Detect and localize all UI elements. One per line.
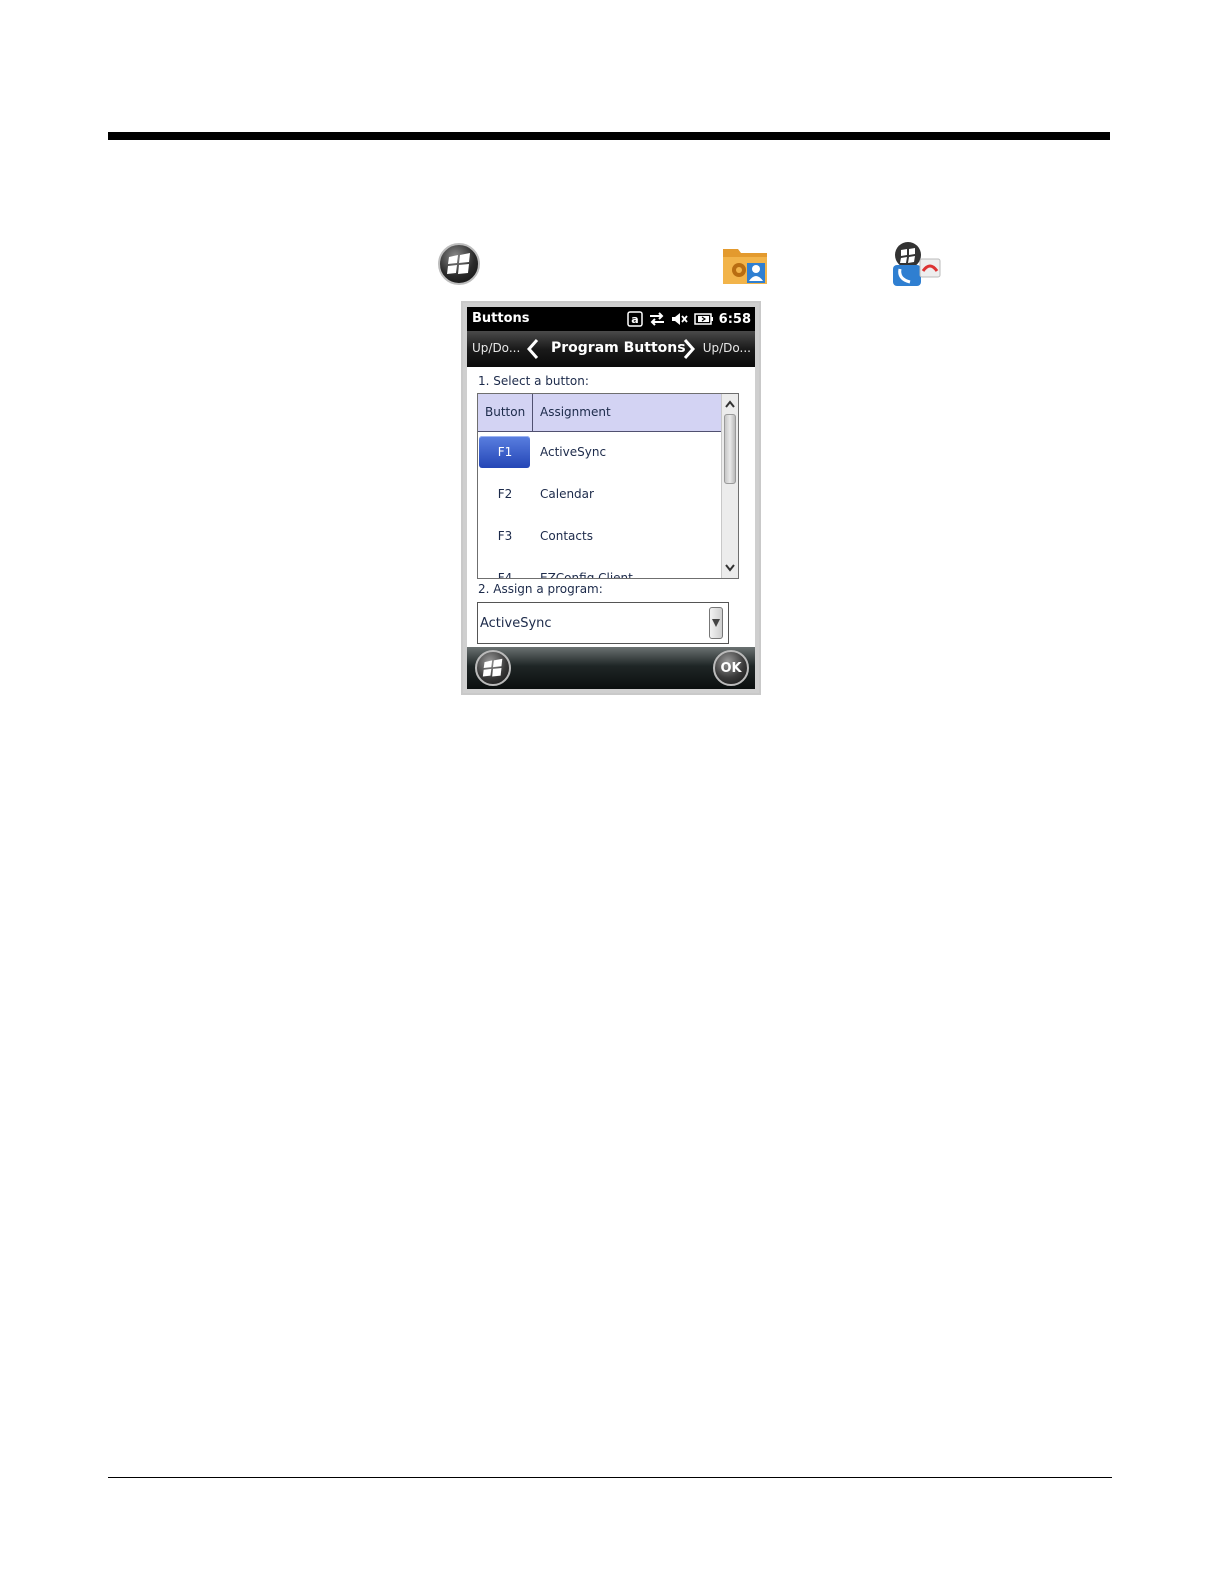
list-item[interactable]: F1 ActiveSync <box>478 432 722 474</box>
column-header-button[interactable]: Button <box>485 405 525 419</box>
start-button[interactable] <box>475 650 511 686</box>
column-header-assignment[interactable]: Assignment <box>540 405 611 419</box>
device-screen: Buttons a 6:58 Up/Do... Program Buttons … <box>467 307 755 689</box>
scroll-down-button[interactable] <box>722 559 738 577</box>
chevron-down-icon <box>725 564 735 572</box>
scroll-up-button[interactable] <box>722 395 738 413</box>
assigned-program: Contacts <box>540 529 593 543</box>
select-button-label: 1. Select a button: <box>478 374 589 388</box>
phone-settings-icon <box>893 242 941 286</box>
connectivity-icon[interactable] <box>648 311 666 327</box>
bottom-softkey-bar: OK <box>467 647 755 689</box>
top-rule <box>108 132 1110 140</box>
settings-folder-icon <box>723 249 767 284</box>
battery-charging-icon[interactable] <box>693 311 714 327</box>
assigned-program: Calendar <box>540 487 594 501</box>
assign-program-label: 2. Assign a program: <box>478 582 603 596</box>
button-assignment-list[interactable]: Button Assignment F1 ActiveSync F2 Calen… <box>477 393 739 579</box>
button-key: F2 <box>497 487 513 501</box>
bottom-rule <box>108 1477 1112 1478</box>
status-icons: a 6:58 <box>626 309 751 329</box>
program-dropdown-value: ActiveSync <box>480 616 552 631</box>
assigned-program: ActiveSync <box>540 445 607 459</box>
tab-navigation-bar: Up/Do... Program Buttons Up/Do... <box>467 331 755 367</box>
clock[interactable]: 6:58 <box>719 312 751 327</box>
dropdown-arrow-button[interactable] <box>709 607 723 639</box>
chevron-up-icon <box>725 400 735 408</box>
next-tab-label[interactable]: Up/Do... <box>703 341 751 355</box>
start-icon <box>438 243 480 285</box>
list-item[interactable]: F3 Contacts <box>478 516 722 558</box>
list-scrollbar[interactable] <box>721 394 738 578</box>
device-screen-frame: Buttons a 6:58 Up/Do... Program Buttons … <box>461 301 761 695</box>
windows-flag-icon <box>482 658 503 677</box>
list-header: Button Assignment <box>478 394 722 432</box>
current-tab-title: Program Buttons <box>551 340 686 356</box>
windows-flag-icon <box>447 253 470 274</box>
column-separator <box>532 394 533 432</box>
chevron-left-icon[interactable] <box>526 337 540 361</box>
button-key: F4 <box>497 571 513 579</box>
list-item[interactable]: F4 EZConfig Client <box>478 558 722 579</box>
volume-muted-icon[interactable] <box>671 311 689 327</box>
ok-button[interactable]: OK <box>713 650 749 686</box>
status-bar: Buttons a 6:58 <box>467 307 755 331</box>
previous-tab-label[interactable]: Up/Do... <box>472 341 520 355</box>
scroll-thumb[interactable] <box>724 414 736 484</box>
assigned-program: EZConfig Client <box>540 571 633 579</box>
program-dropdown[interactable]: ActiveSync <box>477 602 729 644</box>
chevron-right-icon[interactable] <box>682 337 696 361</box>
window-title: Buttons <box>472 311 530 326</box>
keyboard-input-icon[interactable]: a <box>626 311 643 327</box>
button-key: F3 <box>497 529 513 543</box>
button-key: F1 <box>497 445 513 459</box>
svg-text:a: a <box>631 313 638 326</box>
triangle-down-icon <box>712 619 720 627</box>
list-item[interactable]: F2 Calendar <box>478 474 722 516</box>
